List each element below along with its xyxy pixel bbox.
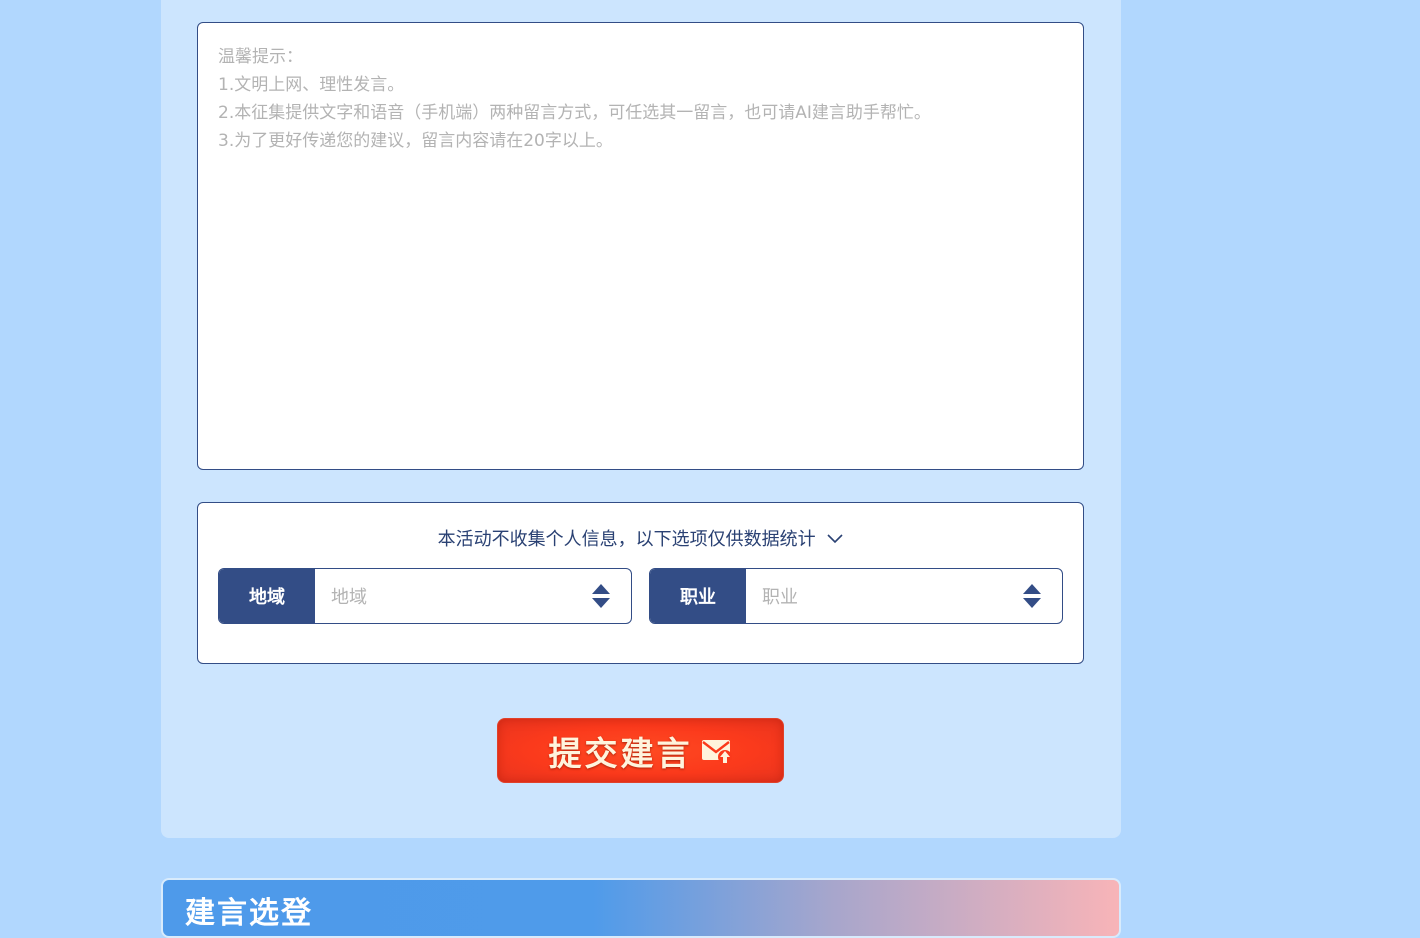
suggestion-panel: 温馨提示： 1.文明上网、理性发言。 2.本征集提供文字和语音（手机端）两种留言… <box>161 0 1121 838</box>
region-field[interactable]: 地域 <box>315 569 631 623</box>
occupation-placeholder: 职业 <box>762 587 798 608</box>
occupation-label: 职业 <box>650 569 746 623</box>
region-label: 地域 <box>219 569 315 623</box>
section-header: 建言选登 <box>161 878 1121 938</box>
region-select[interactable]: 地域 地域 <box>218 568 632 624</box>
occupation-field[interactable]: 职业 <box>746 569 1062 623</box>
message-input[interactable] <box>198 23 1083 469</box>
stats-notice-text: 本活动不收集个人信息，以下选项仅供数据统计 <box>437 529 816 550</box>
region-placeholder: 地域 <box>331 587 367 608</box>
submit-suggestion-button[interactable]: 提交建言 <box>497 718 784 783</box>
message-box[interactable]: 温馨提示： 1.文明上网、理性发言。 2.本征集提供文字和语音（手机端）两种留言… <box>197 22 1084 470</box>
occupation-select[interactable]: 职业 职业 <box>649 568 1063 624</box>
section-title: 建言选登 <box>185 896 313 931</box>
updown-arrow-icon <box>1023 584 1041 608</box>
stats-box: 本活动不收集个人信息，以下选项仅供数据统计 地域 地域 职业 职业 <box>197 502 1084 664</box>
submit-label: 提交建言 <box>548 733 693 773</box>
chevron-down-icon[interactable] <box>827 533 843 544</box>
mail-upload-icon <box>701 739 732 764</box>
updown-arrow-icon <box>592 584 610 608</box>
stats-notice[interactable]: 本活动不收集个人信息，以下选项仅供数据统计 <box>198 527 1083 553</box>
